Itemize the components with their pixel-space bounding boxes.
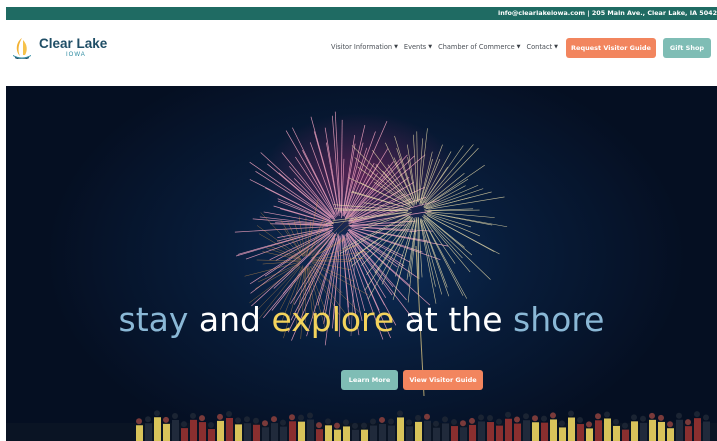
site-header: Clear Lake IOWA Visitor Information ▼ Ev… [6,20,717,86]
nav-item-label: Events [403,43,427,51]
chevron-down-icon: ▼ [428,44,433,50]
nav-item-visitor-information[interactable]: Visitor Information ▼ [331,43,398,51]
hero-title-word: at the [404,300,503,339]
hero-title-word: and [198,300,261,339]
request-visitor-guide-button[interactable]: Request Visitor Guide [566,38,656,58]
main-nav: Visitor Information ▼ Events ▼ Chamber o… [331,40,558,54]
crowd-silhouette [6,410,717,441]
nav-item-chamber-of-commerce[interactable]: Chamber of Commerce ▼ [438,43,520,51]
nav-item-label: Chamber of Commerce [438,43,515,51]
hero-banner: stay and explore at the shore Learn More… [6,86,717,441]
nav-item-label: Visitor Information [331,43,393,51]
hero-title: stay and explore at the shore [6,300,717,339]
site-logo[interactable]: Clear Lake IOWA [11,35,111,63]
chevron-down-icon: ▼ [554,44,559,50]
nav-item-label: Contact [526,43,553,51]
gift-shop-button[interactable]: Gift Shop [663,38,711,58]
top-contact-bar: info@clearlakeiowa.com | 205 Main Ave., … [6,7,717,20]
sailboat-logo-icon [13,38,31,59]
hero-title-word: explore [271,300,395,339]
hero-title-word: shore [513,300,605,339]
logo-subtitle: IOWA [66,52,86,58]
nav-item-contact[interactable]: Contact ▼ [527,43,559,51]
hero-title-word: stay [118,300,189,339]
contact-info-text[interactable]: info@clearlakeiowa.com | 205 Main Ave., … [498,7,717,20]
chevron-down-icon: ▼ [394,44,398,50]
logo-name: Clear Lake [39,36,108,51]
nav-item-events[interactable]: Events ▼ [404,43,432,51]
chevron-down-icon: ▼ [516,44,521,50]
